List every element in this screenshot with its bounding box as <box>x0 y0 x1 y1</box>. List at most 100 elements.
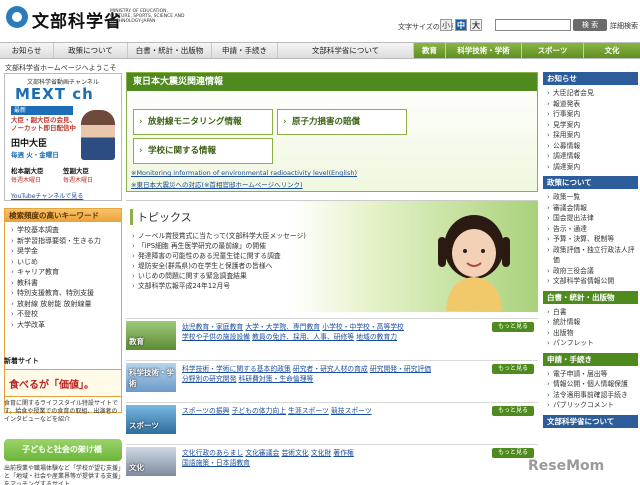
application-link[interactable]: パブリックコメント <box>547 400 638 411</box>
category-link[interactable]: 芸術文化 <box>282 449 309 457</box>
policy-link[interactable]: 政策評価・独立行政法人評価 <box>547 245 638 266</box>
keyword-link[interactable]: 学校基本調査 <box>11 225 121 236</box>
white-paper-link[interactable]: パンフレット <box>547 338 638 349</box>
category-link[interactable]: 大学・大学院、専門教育 <box>245 323 320 331</box>
policy-link[interactable]: 審議会情報 <box>547 203 638 214</box>
policy-link[interactable]: 国会提出法律 <box>547 213 638 224</box>
category-link[interactable]: 文化審議会 <box>245 449 279 457</box>
nav-policy[interactable]: 政策について <box>54 43 128 58</box>
education-image[interactable]: 教育 <box>126 321 176 350</box>
notice-link[interactable]: 見学案内 <box>547 120 638 131</box>
category-link[interactable]: 幼児教育・家庭教育 <box>182 323 243 331</box>
sports-links: スポーツの振興 子どもの体力向上 生涯スポーツ 競技スポーツ <box>182 406 482 416</box>
kids-site-banner[interactable]: 子どもと社会の架け橋 <box>4 439 122 461</box>
science-image[interactable]: 科学技術・学術 <box>126 363 176 392</box>
policy-link[interactable]: 予算・決算、税制等 <box>547 234 638 245</box>
policy-link[interactable]: 文部科学省情報公開 <box>547 276 638 287</box>
sports-more-button[interactable]: もっと見る <box>492 406 534 416</box>
white-paper-link[interactable]: 統計情報 <box>547 317 638 328</box>
nav-culture[interactable]: 文化 <box>584 43 640 58</box>
sports-image[interactable]: スポーツ <box>126 405 176 434</box>
category-link[interactable]: 文化行政のあらまし <box>182 449 243 457</box>
keyword-link[interactable]: キャリア教育 <box>11 267 121 278</box>
nav-sports[interactable]: スポーツ <box>522 43 584 58</box>
mext-channel-banner[interactable]: 文部科学省動画チャンネル MEXT ch 最新 大臣・副大臣の会見、ノーカット即… <box>4 73 122 201</box>
notice-link[interactable]: 調達情報 <box>547 151 638 162</box>
category-link[interactable]: 小学校・中学校・高等学校 <box>322 323 404 331</box>
global-nav: お知らせ 政策について 白書・統計・出版物 申請・手続き 文部科学省について 教… <box>0 42 640 59</box>
nav-applications[interactable]: 申請・手続き <box>212 43 278 58</box>
white-paper-link[interactable]: 白書 <box>547 307 638 318</box>
culture-image[interactable]: 文化 <box>126 447 176 476</box>
notices-title: お知らせ <box>543 72 638 85</box>
notice-link[interactable]: 公募情報 <box>547 141 638 152</box>
policy-link[interactable]: 政策一覧 <box>547 192 638 203</box>
category-link[interactable]: 科学技術・学術に関する基本的政策 <box>182 365 291 373</box>
topic-link[interactable]: 「iPS細胞 再生医学研究の最前線」の開催 <box>132 241 306 251</box>
kantei-earthquake-link[interactable]: ※東日本大震災への対応(※首相官邸ホームページへリンク) <box>131 179 303 189</box>
policy-link[interactable]: 告示・通達 <box>547 224 638 235</box>
kids-site-description: 出前授業や職場体験など「学校が望む支援」と「地域・社会や産業界等が提供する支援」… <box>4 465 122 485</box>
keyword-link[interactable]: いじめ <box>11 257 121 268</box>
science-more-button[interactable]: もっと見る <box>492 364 534 374</box>
topic-link[interactable]: 堤防安全(群馬県)の在学生と保護者の皆様へ <box>132 261 306 271</box>
category-link[interactable]: 子どもの体力向上 <box>232 407 286 415</box>
category-link[interactable]: 地域の教育力 <box>356 333 397 341</box>
application-link[interactable]: 電子申請・届出等 <box>547 369 638 380</box>
search-input[interactable] <box>495 19 571 31</box>
category-link[interactable]: 科研費対策・生命倫理等 <box>239 375 314 383</box>
keyword-link[interactable]: 奨学金 <box>11 246 121 257</box>
radioactivity-english-link[interactable]: ※Monitoring information of environmental… <box>131 169 357 177</box>
font-size-small-button[interactable]: 小 <box>440 19 452 31</box>
nav-education[interactable]: 教育 <box>414 43 446 58</box>
notice-link[interactable]: 調達案内 <box>547 162 638 173</box>
category-link[interactable]: 競技スポーツ <box>331 407 372 415</box>
font-size-large-button[interactable]: 大 <box>470 19 482 31</box>
category-link[interactable]: 生涯スポーツ <box>288 407 329 415</box>
notice-link[interactable]: 大臣記者会見 <box>547 88 638 99</box>
category-link[interactable]: 研究者・研究人材の育成 <box>293 365 368 373</box>
search-button[interactable]: 検 索 <box>573 19 607 31</box>
education-more-button[interactable]: もっと見る <box>492 322 534 332</box>
category-link[interactable]: 文化財 <box>311 449 331 457</box>
policy-link[interactable]: 政府三役会議 <box>547 266 638 277</box>
nav-science[interactable]: 科学技術・学術 <box>446 43 522 58</box>
topic-link[interactable]: ノーベル賞授賞式に当たって(文部科学大臣メッセージ) <box>132 231 306 241</box>
topic-link[interactable]: 文部科学広報平成24年12月号 <box>132 281 306 291</box>
topic-link[interactable]: 発達障害の可能性のある児童生徒に関する調査 <box>132 251 306 261</box>
category-link[interactable]: 国語施策・日本語教育 <box>182 459 250 467</box>
nav-white-papers[interactable]: 白書・統計・出版物 <box>128 43 212 58</box>
keyword-link[interactable]: 特別支援教育、特別支援 <box>11 288 121 299</box>
topic-link[interactable]: いじめの問題に関する緊急調査結果 <box>132 271 306 281</box>
category-link[interactable]: 研究開発・研究評価 <box>370 365 431 373</box>
category-link[interactable]: 著作権 <box>333 449 353 457</box>
category-link[interactable]: 分野別の研究開発 <box>182 375 236 383</box>
keyword-link[interactable]: 不登校 <box>11 309 121 320</box>
category-link[interactable]: スポーツの振興 <box>182 407 229 415</box>
youtube-channel-link[interactable]: YouTubeチャンネルで見る <box>11 191 83 200</box>
application-link[interactable]: 情報公開・個人情報保護 <box>547 379 638 390</box>
mext-logo-icon[interactable] <box>6 6 28 28</box>
site-logo-text[interactable]: 文部科学省 <box>32 7 122 32</box>
school-info-button[interactable]: 学校に関する情報 <box>133 138 273 164</box>
nav-about-mext[interactable]: 文部科学省について <box>278 43 414 58</box>
nav-notices[interactable]: お知らせ <box>0 43 54 58</box>
keyword-link[interactable]: 教科書 <box>11 278 121 289</box>
keyword-link[interactable]: 放射線 放射能 放射線量 <box>11 299 121 310</box>
advanced-search-link[interactable]: 詳細検索 <box>610 21 638 31</box>
notice-link[interactable]: 報道発表 <box>547 99 638 110</box>
site-logo-subtitle: MINISTRY OF EDUCATION, CULTURE, SPORTS, … <box>110 9 185 24</box>
radiation-monitoring-button[interactable]: 放射線モニタリング情報 <box>133 109 273 135</box>
keyword-link[interactable]: 新学習指導要領・生きる力 <box>11 236 121 247</box>
nuclear-damage-compensation-button[interactable]: 原子力損害の賠償 <box>277 109 407 135</box>
culture-more-button[interactable]: もっと見る <box>492 448 534 458</box>
white-paper-link[interactable]: 出版物 <box>547 328 638 339</box>
category-link[interactable]: 教員の免許、採用、人事、研修等 <box>252 333 354 341</box>
food-site-banner[interactable]: 食べるが「価値」。 <box>4 369 122 397</box>
category-link[interactable]: 学校や子供の施設設備 <box>182 333 250 341</box>
notice-link[interactable]: 行事案内 <box>547 109 638 120</box>
application-link[interactable]: 法令適用事前確認手続き <box>547 390 638 401</box>
font-size-medium-button[interactable]: 中 <box>455 19 467 31</box>
keyword-link[interactable]: 大学改革 <box>11 320 121 331</box>
notice-link[interactable]: 採用案内 <box>547 130 638 141</box>
